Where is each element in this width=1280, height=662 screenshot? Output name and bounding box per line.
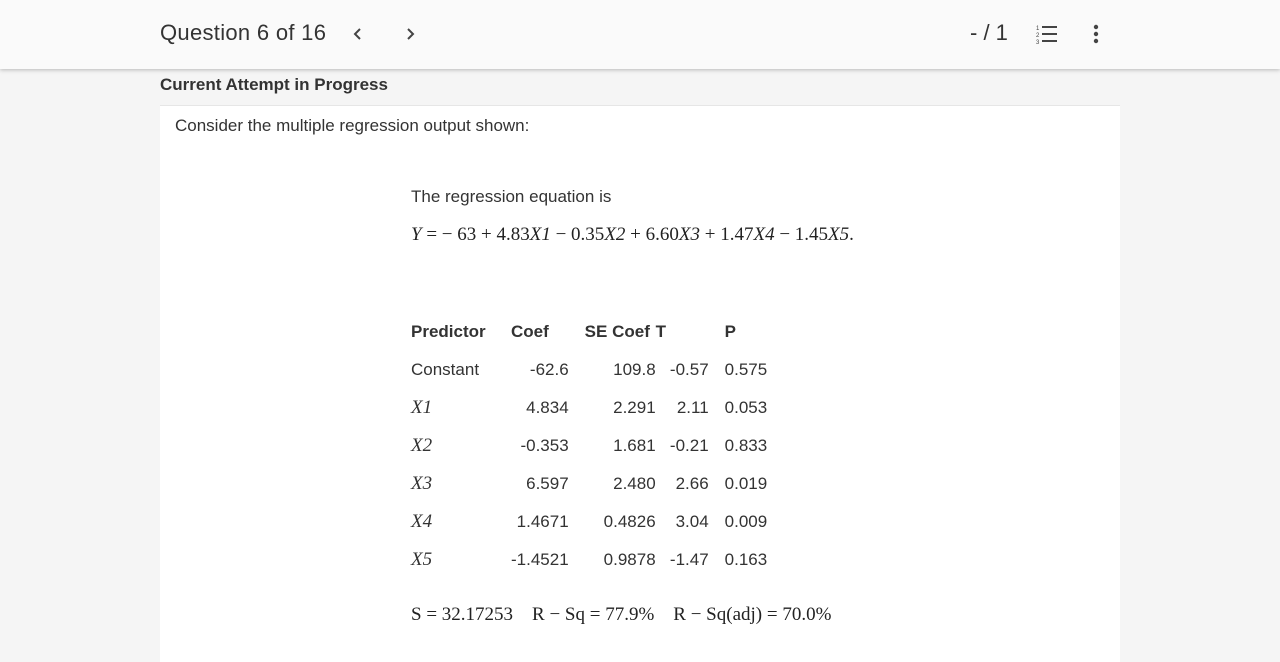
cell-coef: 1.4671 <box>516 512 569 531</box>
equation-var: X5 <box>828 224 850 245</box>
stat-s: S = 32.17253 <box>411 604 514 625</box>
regression-table: Predictor Coef SE Coef T P Constant -62.… <box>411 313 785 579</box>
svg-text:1: 1 <box>1036 26 1040 32</box>
equation-term: − 63 + 4.83 <box>441 224 530 245</box>
equation-var: X2 <box>604 224 626 245</box>
svg-text:2: 2 <box>1036 33 1040 39</box>
equation-var: X3 <box>678 224 700 245</box>
table-row: X4 1.4671 0.4826 3.04 0.009 <box>411 503 785 541</box>
cell-t: 3.04 <box>675 512 709 531</box>
equation-var: X1 <box>529 224 551 245</box>
regression-equation: Y = − 63 + 4.83X1 − 0.35X2 + 6.60X3 + 1.… <box>411 224 854 246</box>
cell-predictor: X4 <box>411 511 433 532</box>
cell-p: 0.019 <box>724 474 768 493</box>
equation-term: − 1.45 <box>774 224 829 245</box>
header-coef: Coef <box>511 322 549 341</box>
table-row: Constant -62.6 109.8 -0.57 0.575 <box>411 351 785 389</box>
more-vertical-icon <box>1093 24 1099 44</box>
cell-coef: -62.6 <box>529 360 569 379</box>
chevron-left-icon <box>353 28 361 40</box>
table-row: X2 -0.353 1.681 -0.21 0.833 <box>411 427 785 465</box>
question-prompt: Consider the multiple regression output … <box>175 116 530 135</box>
header-predictor: Predictor <box>411 322 486 341</box>
header-t: T <box>655 322 667 341</box>
table-row: X1 4.834 2.291 2.11 0.053 <box>411 389 785 427</box>
equation-lhs: Y <box>411 224 422 245</box>
header-p: P <box>724 322 737 341</box>
cell-p: 0.053 <box>724 398 768 417</box>
stat-r-sq-adj: R − Sq(adj) = 70.0% <box>673 604 832 625</box>
question-counter: Question 6 of 16 <box>160 20 327 45</box>
question-header: Question 6 of 16 - / 1 1 2 3 <box>0 0 1280 69</box>
cell-se-coef: 2.480 <box>613 474 656 493</box>
question-content: Current Attempt in Progress Consider the… <box>160 69 1120 662</box>
cell-predictor: X3 <box>411 473 433 494</box>
cell-t: -0.57 <box>669 360 709 379</box>
cell-p: 0.833 <box>724 436 768 455</box>
cell-predictor: X5 <box>411 549 433 570</box>
cell-p: 0.575 <box>724 360 768 379</box>
equation-intro: The regression equation is <box>411 187 612 206</box>
equation-equals: = <box>426 224 442 245</box>
regression-summary: S = 32.17253 R − Sq = 77.9% R − Sq(adj) … <box>411 604 831 626</box>
equation-var: X4 <box>753 224 775 245</box>
cell-se-coef: 0.4826 <box>603 512 656 531</box>
cell-predictor: X1 <box>411 397 433 418</box>
question-card: Consider the multiple regression output … <box>160 106 1120 662</box>
cell-predictor: X2 <box>411 435 433 456</box>
stat-r-sq: R − Sq = 77.9% <box>532 604 655 625</box>
previous-question-button[interactable] <box>346 22 370 46</box>
more-options-button[interactable] <box>1085 22 1107 46</box>
cell-se-coef: 0.9878 <box>603 550 656 569</box>
table-header-row: Predictor Coef SE Coef T P <box>411 313 785 351</box>
cell-p: 0.163 <box>724 550 768 569</box>
cell-coef: 4.834 <box>526 398 569 417</box>
cell-predictor: Constant <box>411 360 480 379</box>
attempt-status: Current Attempt in Progress <box>160 75 388 94</box>
cell-t: 2.66 <box>675 474 709 493</box>
cell-t: -0.21 <box>669 436 709 455</box>
cell-coef: -1.4521 <box>511 550 569 569</box>
cell-p: 0.009 <box>724 512 768 531</box>
table-row: X5 -1.4521 0.9878 -1.47 0.163 <box>411 541 785 579</box>
cell-se-coef: 2.291 <box>613 398 656 417</box>
cell-t: -1.47 <box>669 550 709 569</box>
numbered-list-icon: 1 2 3 <box>1036 26 1057 46</box>
equation-term: − 0.35 <box>550 224 605 245</box>
header-se-coef: SE Coef <box>584 322 650 341</box>
question-score: - / 1 <box>970 20 1008 45</box>
equation-term: + 6.60 <box>625 224 679 245</box>
svg-text:3: 3 <box>1036 40 1040 46</box>
cell-t: 2.11 <box>676 398 709 417</box>
cell-coef: -0.353 <box>520 436 569 455</box>
cell-coef: 6.597 <box>526 474 569 493</box>
equation-term: + 1.47 <box>700 224 754 245</box>
question-list-button[interactable]: 1 2 3 <box>1035 22 1061 46</box>
cell-se-coef: 109.8 <box>613 360 656 379</box>
cell-se-coef: 1.681 <box>613 436 656 455</box>
chevron-right-icon <box>407 28 415 40</box>
table-row: X3 6.597 2.480 2.66 0.019 <box>411 465 785 503</box>
next-question-button[interactable] <box>398 22 422 46</box>
equation-term: . <box>849 224 854 245</box>
